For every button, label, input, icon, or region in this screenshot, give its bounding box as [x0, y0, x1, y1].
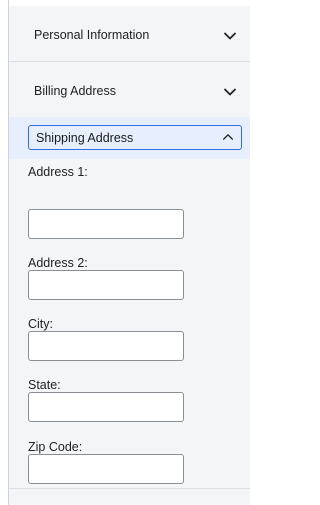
chevron-down-icon	[224, 32, 236, 40]
address-1-input[interactable]	[28, 209, 184, 239]
address-2-input[interactable]	[28, 270, 184, 300]
state-label: State:	[28, 378, 61, 392]
state-input[interactable]	[28, 392, 184, 422]
city-label: City:	[28, 317, 53, 331]
accordion-header-personal-information[interactable]: Personal Information	[9, 6, 250, 62]
accordion-header-billing-address[interactable]: Billing Address	[9, 62, 250, 118]
divider	[9, 488, 250, 489]
accordion-panel: Personal Information Billing Address Shi…	[8, 0, 250, 505]
chevron-down-icon	[224, 88, 236, 96]
address-1-label: Address 1:	[28, 165, 88, 179]
accordion-header-label: Shipping Address	[36, 131, 134, 145]
accordion-header-shipping-address-row: Shipping Address	[9, 117, 250, 159]
accordion-header-label: Billing Address	[34, 84, 116, 98]
zip-code-input[interactable]	[28, 454, 184, 484]
chevron-up-icon	[222, 134, 234, 140]
address-2-label: Address 2:	[28, 256, 88, 270]
accordion-header-shipping-address[interactable]: Shipping Address	[28, 125, 242, 150]
city-input[interactable]	[28, 331, 184, 361]
zip-code-label: Zip Code:	[28, 440, 83, 454]
accordion-header-label: Personal Information	[34, 28, 150, 42]
shipping-address-form: Address 1: Address 2: City: State: Zip C…	[9, 159, 250, 505]
